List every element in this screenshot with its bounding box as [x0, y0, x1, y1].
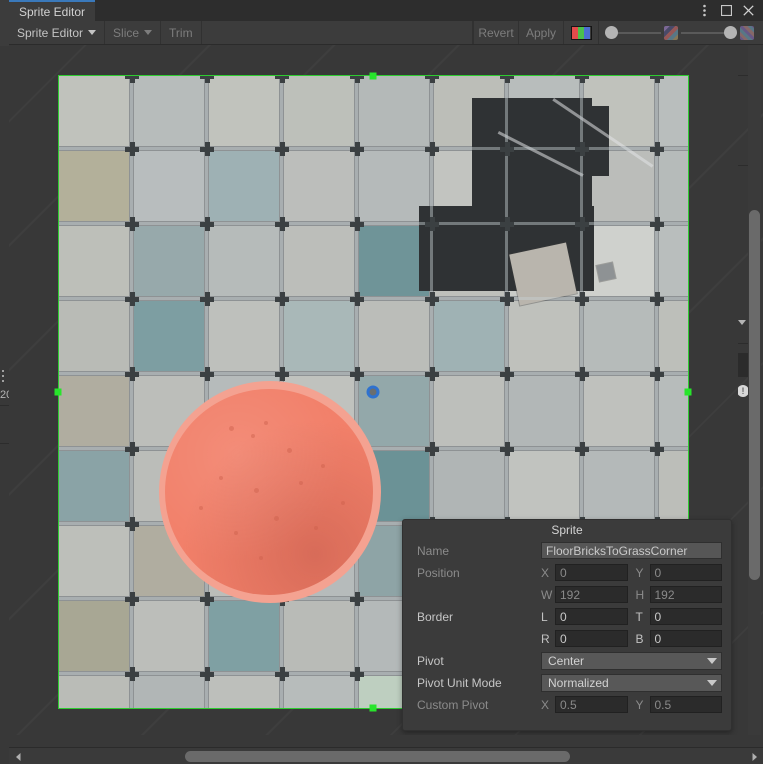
rgb-channels-icon — [570, 25, 592, 40]
position-label: Position — [417, 565, 460, 580]
texture-filter-alt-icon[interactable] — [740, 25, 754, 40]
sprite-editor-menu-label: Sprite Editor — [17, 25, 84, 40]
position-y-label: Y — [635, 565, 644, 580]
inspector-body: Name FloorBricksToGrassCorner Position X… — [403, 540, 731, 715]
row-border-lt: Border L 0 T 0 — [409, 606, 725, 627]
drag-handle-icon[interactable] — [2, 370, 6, 384]
position-h-label: H — [635, 587, 645, 602]
warning-badge-icon: ! — [738, 385, 748, 397]
pivot-dropdown-value: Center — [548, 653, 585, 668]
rgb-channels-button[interactable] — [564, 21, 599, 44]
sprite-inspector-panel: Sprite Name FloorBricksToGrassCorner Pos… — [402, 519, 732, 731]
slider-thumb[interactable] — [605, 26, 618, 39]
scroll-right-arrow-icon[interactable] — [749, 751, 759, 762]
sprite-editor-window: 20( Sprite Editor — [0, 0, 763, 764]
horizontal-scrollbar[interactable] — [9, 747, 763, 764]
border-b-label: B — [635, 631, 644, 646]
left-panel-clipped-label: 20( — [0, 389, 9, 401]
position-y-input[interactable]: 0 — [649, 564, 722, 581]
maximize-icon[interactable] — [715, 0, 737, 21]
chevron-down-icon — [738, 320, 746, 325]
position-w-label: W — [541, 587, 553, 602]
position-w-input[interactable]: 192 — [555, 586, 628, 603]
texture-filter-icon[interactable] — [664, 25, 678, 40]
position-x-input[interactable]: 0 — [555, 564, 628, 581]
inspector-title: Sprite — [551, 523, 583, 537]
toolbar-right-group: Revert Apply — [473, 21, 763, 44]
pivot-unit-mode-value: Normalized — [548, 675, 609, 690]
right-neighbour-clipped: ! — [738, 45, 748, 735]
name-label: Name — [417, 543, 450, 558]
custom-pivot-x-label: X — [541, 697, 550, 712]
row-pivot: Pivot Center — [409, 650, 725, 671]
chevron-down-icon — [88, 30, 97, 35]
apply-button[interactable]: Apply — [519, 21, 564, 44]
revert-button-label: Revert — [478, 25, 514, 40]
border-r-input[interactable]: 0 — [555, 630, 628, 647]
tab-sprite-editor[interactable]: Sprite Editor — [9, 0, 96, 21]
row-position-wh: W 192 H 192 — [409, 584, 725, 605]
chevron-down-icon — [707, 657, 717, 664]
left-panel-header — [0, 0, 9, 46]
chevron-down-icon — [144, 30, 153, 35]
border-b-input[interactable]: 0 — [649, 630, 722, 647]
canvas-workspace[interactable]: Sprite Name FloorBricksToGrassCorner Pos… — [9, 45, 763, 735]
border-label: Border — [417, 609, 454, 624]
custom-pivot-x-input: 0.5 — [555, 696, 628, 713]
custom-pivot-label: Custom Pivot — [417, 697, 489, 712]
border-l-label: L — [541, 609, 548, 624]
toolbar: Sprite Editor Slice Trim Revert Apply — [9, 21, 763, 45]
pivot-handle-icon[interactable] — [366, 385, 380, 399]
chevron-down-icon — [707, 679, 717, 686]
pivot-dropdown[interactable]: Center — [541, 651, 722, 670]
border-t-input[interactable]: 0 — [649, 608, 722, 625]
vertical-scrollbar-thumb[interactable] — [749, 210, 760, 580]
divider — [0, 443, 9, 444]
row-position-xy: Position X 0 Y 0 — [409, 562, 725, 583]
tab-label: Sprite Editor — [19, 4, 86, 19]
vertical-scrollbar[interactable] — [748, 45, 761, 735]
trim-button-label: Trim — [169, 25, 193, 40]
selection-handle-middle-right[interactable] — [684, 388, 692, 396]
divider — [0, 405, 9, 406]
window-controls — [693, 0, 759, 21]
horizontal-scrollbar-thumb[interactable] — [185, 751, 570, 762]
pivot-label: Pivot — [417, 653, 444, 668]
zoom-slider[interactable] — [605, 21, 661, 44]
sprite-editor-menu-button[interactable]: Sprite Editor — [9, 21, 106, 44]
custom-pivot-y-label: Y — [635, 697, 644, 712]
slice-menu-button[interactable]: Slice — [105, 21, 162, 44]
alpha-slider[interactable] — [681, 21, 737, 44]
pivot-unit-mode-dropdown[interactable]: Normalized — [541, 673, 722, 692]
pivot-unit-mode-label: Pivot Unit Mode — [417, 675, 502, 690]
slice-menu-label: Slice — [113, 25, 140, 40]
row-pivot-unit-mode: Pivot Unit Mode Normalized — [409, 672, 725, 693]
row-name: Name FloorBricksToGrassCorner — [409, 540, 725, 561]
selection-handle-middle-left[interactable] — [54, 388, 62, 396]
toolbar-spacer — [202, 21, 473, 44]
position-h-input[interactable]: 192 — [649, 586, 722, 603]
kebab-menu-icon[interactable] — [693, 0, 715, 21]
apply-button-label: Apply — [525, 25, 557, 40]
zoom-slider-group — [599, 21, 763, 44]
close-icon[interactable] — [737, 0, 759, 21]
selection-handle-bottom-center[interactable] — [369, 704, 377, 712]
row-border-rb: R 0 B 0 — [409, 628, 725, 649]
custom-pivot-y-input: 0.5 — [649, 696, 722, 713]
border-t-label: T — [635, 609, 643, 624]
selection-handle-top-center[interactable] — [369, 72, 377, 80]
scroll-left-arrow-icon[interactable] — [13, 751, 23, 762]
revert-button[interactable]: Revert — [473, 21, 519, 44]
trim-button[interactable]: Trim — [161, 21, 202, 44]
name-input[interactable]: FloorBricksToGrassCorner — [541, 542, 722, 559]
border-r-label: R — [541, 631, 550, 646]
titlebar: Sprite Editor — [9, 0, 763, 21]
editor-window: Sprite Editor Sprite Editor Slice Trim R… — [9, 0, 763, 764]
border-l-input[interactable]: 0 — [555, 608, 628, 625]
position-x-label: X — [541, 565, 550, 580]
row-custom-pivot: Custom Pivot X 0.5 Y 0.5 — [409, 694, 725, 715]
slider-thumb[interactable] — [724, 26, 737, 39]
